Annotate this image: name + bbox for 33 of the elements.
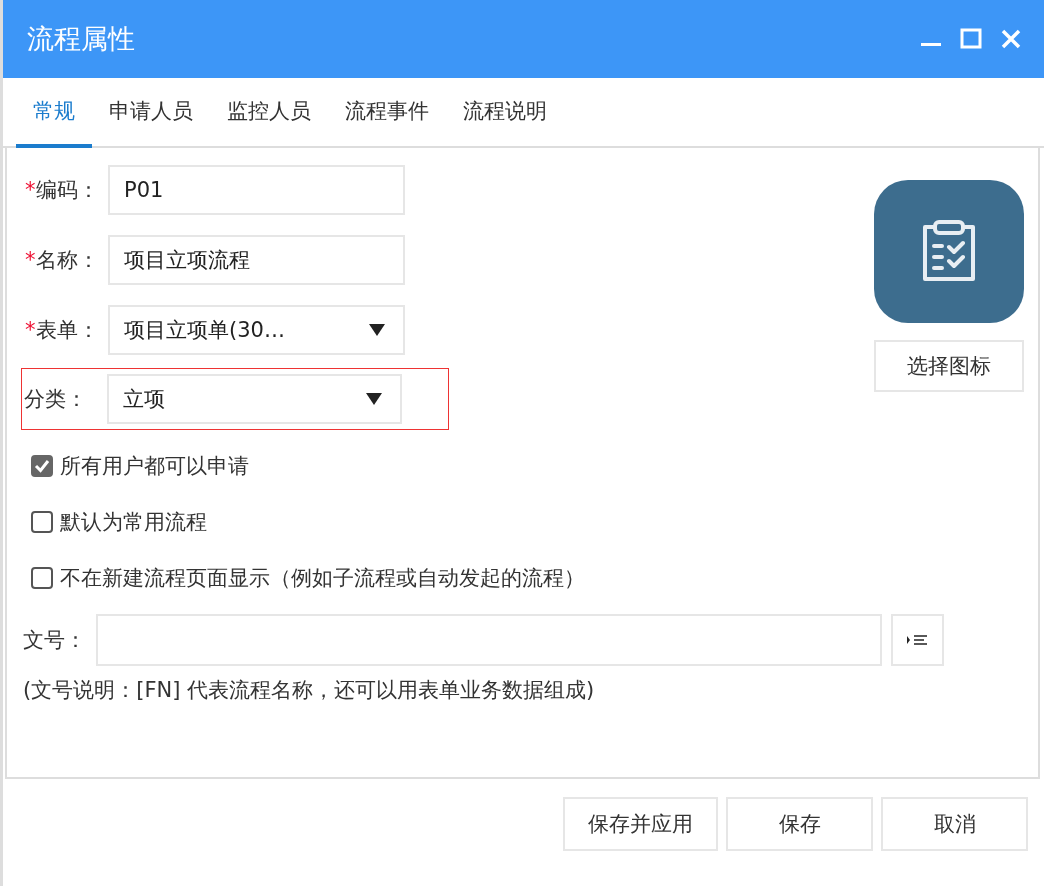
footer-button[interactable]: 取消 [881,797,1028,851]
tab[interactable]: 监控人员 [210,78,328,148]
field-label: *表单： [25,317,100,344]
checkbox-label: 所有用户都可以申请 [60,453,249,480]
field-label: *编码： [25,177,100,204]
footer-button[interactable]: 保存 [726,797,873,851]
input-field[interactable]: P01 [108,165,405,215]
caret-icon [366,393,382,405]
input-field[interactable] [96,614,882,666]
list-button[interactable] [891,614,944,666]
dropdown[interactable]: 立项 [107,374,402,424]
tab[interactable]: 流程事件 [328,78,446,148]
checkbox[interactable] [31,511,53,533]
checkbox-label: 默认为常用流程 [60,509,207,536]
help-text: (文号说明：[FN] 代表流程名称，还可以用表单业务数据组成) [22,677,596,704]
window-title: 流程属性 [27,22,135,56]
maximize-icon[interactable] [960,28,982,50]
field-label: *名称： [25,247,100,274]
tab[interactable]: 流程说明 [446,78,564,148]
footer-button[interactable]: 保存并应用 [563,797,718,851]
caret-icon [369,324,385,336]
close-icon[interactable] [1000,28,1022,50]
checkbox-label: 不在新建流程页面显示（例如子流程或自动发起的流程） [60,565,585,592]
input-field[interactable]: 项目立项流程 [108,235,405,285]
checkbox[interactable] [31,567,53,589]
tab[interactable]: 常规 [16,78,92,148]
field-label: 分类： [24,386,88,413]
field-label: 文号： [22,627,87,654]
clipboard-icon [874,180,1024,323]
dropdown[interactable]: 项目立项单(30… [108,305,405,355]
choose-icon-button[interactable]: 选择图标 [874,340,1024,392]
tab[interactable]: 申请人员 [92,78,210,148]
checkbox[interactable] [31,455,53,477]
